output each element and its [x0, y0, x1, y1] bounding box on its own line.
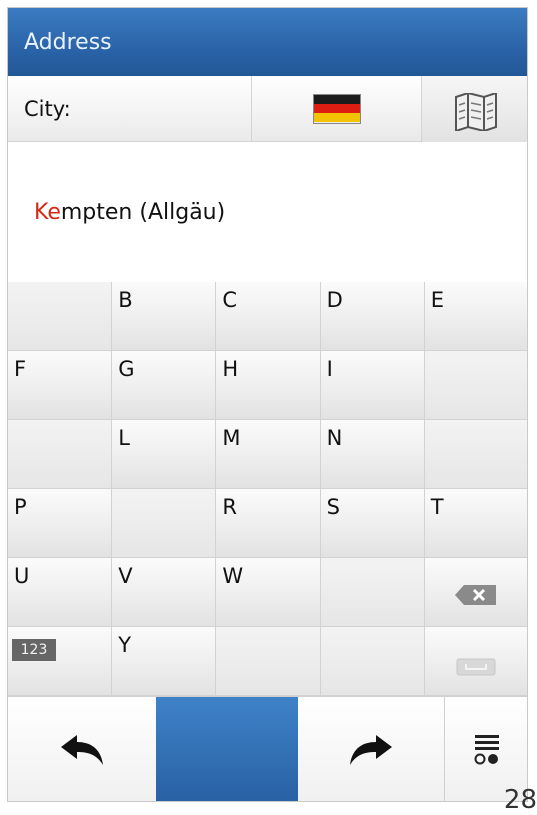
- highlighted-nav-button[interactable]: [156, 697, 298, 801]
- key-u[interactable]: U: [8, 558, 113, 627]
- key-label: R: [222, 495, 237, 519]
- list-options-icon: [474, 735, 499, 765]
- key-r[interactable]: R: [216, 489, 321, 558]
- key-l[interactable]: L: [112, 420, 217, 489]
- forward-button[interactable]: [298, 697, 444, 801]
- germany-flag-icon: [313, 94, 360, 123]
- key-label: G: [118, 357, 135, 381]
- numeric-keyboard-key[interactable]: 123: [8, 627, 113, 696]
- key-label: E: [430, 288, 445, 312]
- bottom-nav-bar: [8, 696, 527, 801]
- empty-key: [424, 420, 527, 489]
- key-label: T: [430, 495, 444, 519]
- result-typed-text: Ke: [34, 199, 61, 225]
- key-label: C: [222, 288, 238, 312]
- device-screen: Address City: Ke mpten (Allgäu) B C D E …: [7, 7, 528, 802]
- map-icon: [454, 93, 497, 131]
- key-label: Y: [118, 633, 132, 657]
- key-e[interactable]: E: [424, 282, 527, 351]
- key-b[interactable]: B: [112, 282, 217, 351]
- key-label: F: [14, 357, 27, 381]
- empty-key: [8, 420, 113, 489]
- empty-key: [320, 558, 425, 627]
- key-v[interactable]: V: [112, 558, 217, 627]
- title-bar: Address: [8, 8, 527, 76]
- page-number: 28: [503, 785, 537, 815]
- numeric-key-label: 123: [12, 639, 56, 661]
- empty-key: [8, 282, 113, 351]
- key-label: L: [118, 426, 130, 450]
- key-label: P: [14, 495, 27, 519]
- country-select-button[interactable]: [252, 76, 422, 142]
- empty-key: [112, 489, 217, 558]
- city-label-text: City:: [24, 96, 71, 121]
- key-label: M: [222, 426, 241, 450]
- key-y[interactable]: Y: [112, 627, 217, 696]
- backspace-key[interactable]: [424, 558, 527, 627]
- field-row: City:: [8, 76, 527, 156]
- key-label: U: [14, 564, 30, 588]
- space-key[interactable]: [424, 627, 527, 696]
- back-arrow-icon: [61, 735, 103, 765]
- key-w[interactable]: W: [216, 558, 321, 627]
- key-label: D: [326, 288, 343, 312]
- key-label: V: [118, 564, 133, 588]
- empty-key: [216, 627, 321, 696]
- key-c[interactable]: C: [216, 282, 321, 351]
- key-n[interactable]: N: [320, 420, 425, 489]
- forward-arrow-icon: [350, 735, 392, 765]
- key-g[interactable]: G: [112, 351, 217, 420]
- key-h[interactable]: H: [216, 351, 321, 420]
- empty-key: [320, 627, 425, 696]
- space-bar-icon: [456, 658, 496, 676]
- keyboard: B C D E F G H I L M N P R S T U V W 123 Y: [8, 282, 527, 696]
- empty-key: [424, 351, 527, 420]
- key-f[interactable]: F: [8, 351, 113, 420]
- key-label: N: [326, 426, 343, 450]
- key-m[interactable]: M: [216, 420, 321, 489]
- key-label: I: [326, 357, 333, 381]
- key-label: B: [118, 288, 133, 312]
- screen-title: Address: [24, 29, 112, 55]
- key-d[interactable]: D: [320, 282, 425, 351]
- key-label: H: [222, 357, 239, 381]
- key-i[interactable]: I: [320, 351, 425, 420]
- back-button[interactable]: [8, 697, 156, 801]
- key-label: S: [326, 495, 340, 519]
- key-s[interactable]: S: [320, 489, 425, 558]
- search-result[interactable]: Ke mpten (Allgäu): [8, 142, 527, 282]
- city-field-label: City:: [8, 76, 252, 142]
- key-label: W: [222, 564, 244, 588]
- key-p[interactable]: P: [8, 489, 113, 558]
- key-t[interactable]: T: [424, 489, 527, 558]
- result-completion-text: mpten (Allgäu): [60, 199, 226, 225]
- backspace-icon: [455, 585, 497, 605]
